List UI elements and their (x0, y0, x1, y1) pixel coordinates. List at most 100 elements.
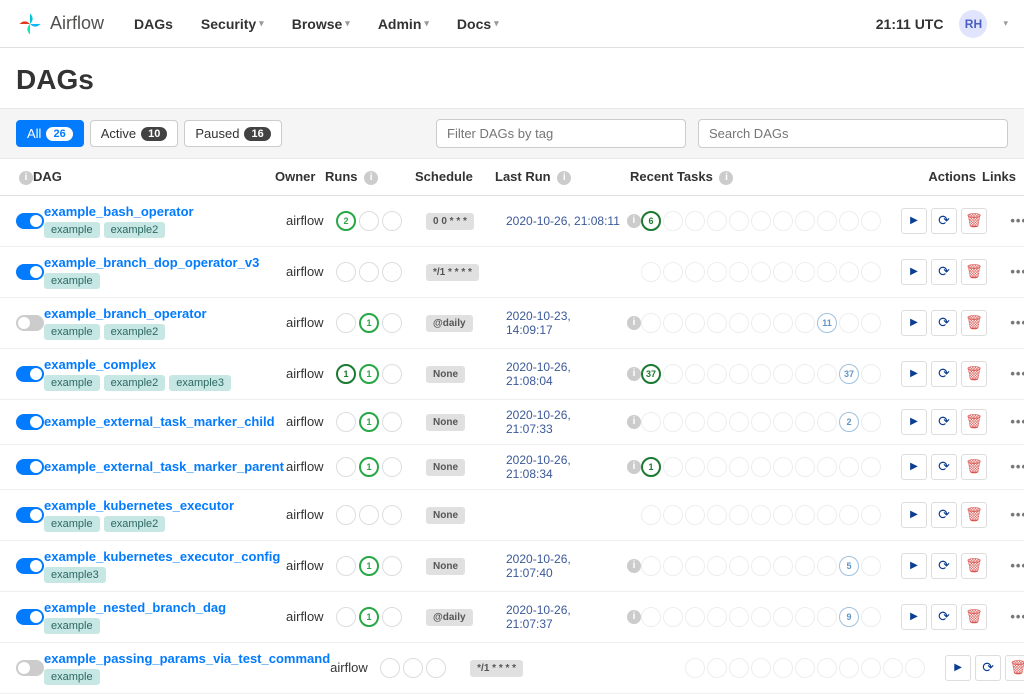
refresh-dag-button[interactable]: ⟳ (975, 655, 1001, 681)
info-icon[interactable]: i (627, 460, 641, 474)
task-status-circle[interactable] (707, 556, 727, 576)
task-status-circle[interactable] (663, 412, 683, 432)
dag-owner[interactable]: airflow (286, 558, 336, 573)
run-status-circle[interactable]: 1 (359, 364, 379, 384)
delete-dag-button[interactable]: 🗑 (961, 454, 987, 480)
refresh-dag-button[interactable]: ⟳ (931, 553, 957, 579)
dag-name-link[interactable]: example_passing_params_via_test_command (44, 651, 330, 666)
delete-dag-button[interactable]: 🗑 (961, 553, 987, 579)
task-status-circle[interactable] (795, 412, 815, 432)
task-status-circle[interactable] (751, 412, 771, 432)
task-status-circle[interactable] (729, 313, 749, 333)
task-status-circle[interactable] (861, 364, 881, 384)
schedule-chip[interactable]: None (426, 558, 465, 575)
run-status-circle[interactable] (382, 364, 402, 384)
dag-tag[interactable]: example (44, 669, 100, 685)
dag-owner[interactable]: airflow (286, 414, 336, 429)
task-status-circle[interactable] (663, 211, 683, 231)
dag-tag[interactable]: example3 (169, 375, 231, 391)
nav-link-admin[interactable]: Admin▾ (368, 10, 439, 38)
search-input[interactable] (698, 119, 1008, 148)
task-status-circle[interactable] (817, 262, 837, 282)
dag-name-link[interactable]: example_branch_operator (44, 306, 207, 321)
dag-tag[interactable]: example2 (104, 516, 166, 532)
run-status-circle[interactable] (382, 262, 402, 282)
task-status-circle[interactable]: 9 (839, 607, 859, 627)
schedule-chip[interactable]: None (426, 366, 465, 383)
more-links-button[interactable]: ••• (987, 558, 1024, 573)
dag-name-link[interactable]: example_external_task_marker_parent (44, 459, 284, 474)
info-icon[interactable]: i (627, 316, 641, 330)
lastrun-timestamp[interactable]: 2020-10-26, 21:08:11 (506, 214, 620, 228)
task-status-circle[interactable] (751, 262, 771, 282)
refresh-dag-button[interactable]: ⟳ (931, 604, 957, 630)
task-status-circle[interactable] (861, 505, 881, 525)
task-status-circle[interactable] (729, 364, 749, 384)
lastrun-timestamp[interactable]: 2020-10-26, 21:07:33 (506, 408, 620, 436)
task-status-circle[interactable] (663, 607, 683, 627)
task-status-circle[interactable] (817, 364, 837, 384)
dag-tag[interactable]: example (44, 324, 100, 340)
task-status-circle[interactable] (861, 313, 881, 333)
task-status-circle[interactable] (707, 412, 727, 432)
task-status-circle[interactable] (641, 556, 661, 576)
task-status-circle[interactable] (861, 658, 881, 678)
task-status-circle[interactable] (839, 262, 859, 282)
task-status-circle[interactable] (641, 262, 661, 282)
run-status-circle[interactable]: 1 (359, 313, 379, 333)
task-status-circle[interactable] (751, 556, 771, 576)
task-status-circle[interactable] (685, 211, 705, 231)
more-links-button[interactable]: ••• (987, 459, 1024, 474)
task-status-circle[interactable] (795, 211, 815, 231)
dag-pause-toggle[interactable] (16, 414, 44, 430)
run-status-circle[interactable] (382, 211, 402, 231)
trigger-dag-button[interactable]: ▶ (901, 208, 927, 234)
dag-name-link[interactable]: example_nested_branch_dag (44, 600, 226, 615)
run-status-circle[interactable] (336, 412, 356, 432)
task-status-circle[interactable] (795, 313, 815, 333)
task-status-circle[interactable] (795, 364, 815, 384)
nav-link-dags[interactable]: DAGs (124, 10, 183, 38)
run-status-circle[interactable] (336, 505, 356, 525)
task-status-circle[interactable] (795, 505, 815, 525)
task-status-circle[interactable] (663, 313, 683, 333)
run-status-circle[interactable] (382, 457, 402, 477)
task-status-circle[interactable] (861, 211, 881, 231)
dag-owner[interactable]: airflow (286, 507, 336, 522)
task-status-circle[interactable] (861, 457, 881, 477)
run-status-circle[interactable] (336, 457, 356, 477)
dag-tag[interactable]: example2 (104, 324, 166, 340)
task-status-circle[interactable] (773, 211, 793, 231)
task-status-circle[interactable] (751, 313, 771, 333)
dag-pause-toggle[interactable] (16, 507, 44, 523)
task-status-circle[interactable] (707, 313, 727, 333)
dag-owner[interactable]: airflow (286, 315, 336, 330)
task-status-circle[interactable] (707, 658, 727, 678)
info-icon[interactable]: i (627, 367, 641, 381)
dag-tag[interactable]: example (44, 375, 100, 391)
task-status-circle[interactable] (751, 364, 771, 384)
schedule-chip[interactable]: None (426, 459, 465, 476)
task-status-circle[interactable] (751, 505, 771, 525)
run-status-circle[interactable]: 1 (359, 556, 379, 576)
delete-dag-button[interactable]: 🗑 (961, 310, 987, 336)
delete-dag-button[interactable]: 🗑 (961, 409, 987, 435)
task-status-circle[interactable] (641, 412, 661, 432)
schedule-chip[interactable]: None (426, 507, 465, 524)
task-status-circle[interactable] (707, 457, 727, 477)
run-status-circle[interactable] (403, 658, 423, 678)
tag-filter-input[interactable] (436, 119, 686, 148)
run-status-circle[interactable] (336, 607, 356, 627)
run-status-circle[interactable] (382, 607, 402, 627)
task-status-circle[interactable] (707, 211, 727, 231)
task-status-circle[interactable]: 37 (839, 364, 859, 384)
info-icon[interactable]: i (627, 610, 641, 624)
task-status-circle[interactable] (839, 505, 859, 525)
task-status-circle[interactable] (839, 658, 859, 678)
run-status-circle[interactable]: 1 (359, 412, 379, 432)
run-status-circle[interactable] (380, 658, 400, 678)
refresh-dag-button[interactable]: ⟳ (931, 502, 957, 528)
task-status-circle[interactable] (751, 658, 771, 678)
run-status-circle[interactable] (382, 556, 402, 576)
task-status-circle[interactable] (861, 556, 881, 576)
